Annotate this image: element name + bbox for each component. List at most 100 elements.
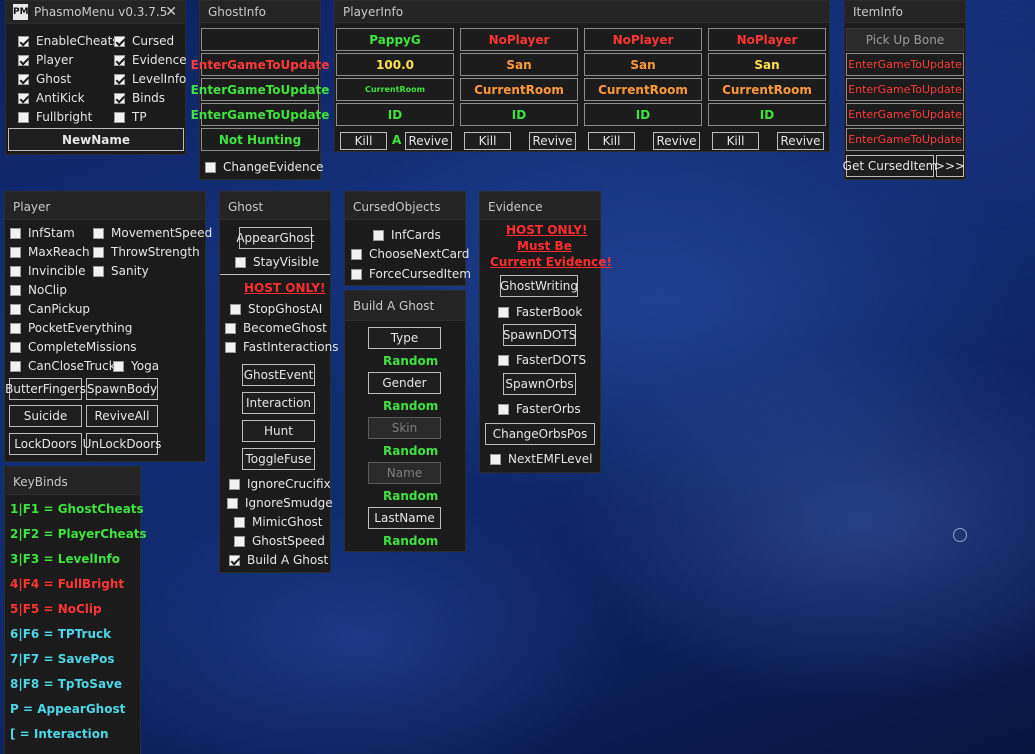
skin-button[interactable]: Skin: [368, 417, 441, 439]
choose-next-card-toggle[interactable]: ChooseNextCard: [351, 246, 469, 262]
checkbox[interactable]: [10, 341, 21, 353]
toggle-enable-cheats[interactable]: EnableCheats: [18, 33, 119, 49]
checkbox[interactable]: [490, 453, 501, 465]
ignore-crucifix-toggle[interactable]: IgnoreCrucifix: [229, 476, 331, 492]
toggle-cursed[interactable]: Cursed: [114, 33, 174, 49]
kill-button[interactable]: Kill: [340, 132, 387, 150]
checkbox[interactable]: [373, 229, 384, 241]
new-name-button[interactable]: NewName: [8, 128, 184, 151]
checkbox[interactable]: [498, 354, 509, 366]
get-cursed-item-button[interactable]: Get CursedItem: [843, 155, 937, 177]
ignore-smudge-toggle[interactable]: IgnoreSmudge: [227, 495, 333, 511]
kill-button[interactable]: Kill: [712, 132, 759, 150]
checkbox[interactable]: [229, 554, 240, 566]
checkbox[interactable]: [18, 111, 29, 123]
kill-button[interactable]: Kill: [588, 132, 635, 150]
hunt-button[interactable]: Hunt: [242, 420, 315, 442]
checkbox[interactable]: [10, 322, 21, 334]
gender-button[interactable]: Gender: [368, 372, 441, 394]
check-throwstrength[interactable]: ThrowStrength: [93, 244, 200, 260]
ghost-writing-button[interactable]: GhostWriting: [500, 275, 578, 297]
toggle-player[interactable]: Player: [18, 52, 73, 68]
fast-interactions-toggle[interactable]: FastInteractions: [225, 339, 338, 355]
next-emf-level-toggle[interactable]: NextEMFLevel: [490, 451, 592, 467]
faster-orbs-toggle[interactable]: FasterOrbs: [498, 401, 581, 417]
appear-ghost-button[interactable]: AppearGhost: [236, 227, 315, 249]
check-yoga[interactable]: Yoga: [113, 358, 159, 374]
checkbox[interactable]: [10, 265, 21, 277]
toggle-binds[interactable]: Binds: [114, 90, 165, 106]
checkbox[interactable]: [114, 92, 125, 104]
checkbox[interactable]: [351, 248, 362, 260]
checkbox[interactable]: [235, 256, 246, 268]
more-button[interactable]: >>>: [935, 155, 965, 177]
checkbox[interactable]: [498, 306, 509, 318]
checkbox[interactable]: [10, 246, 21, 258]
checkbox[interactable]: [234, 535, 245, 547]
toggle-fullbright[interactable]: Fullbright: [18, 109, 92, 125]
type-button[interactable]: Type: [368, 327, 441, 349]
checkbox[interactable]: [10, 360, 21, 372]
checkbox[interactable]: [114, 73, 125, 85]
suicide-button[interactable]: Suicide: [9, 405, 82, 427]
checkbox[interactable]: [114, 54, 125, 66]
revive-button[interactable]: Revive: [405, 132, 452, 150]
revive-all-button[interactable]: ReviveAll: [86, 405, 158, 427]
build-a-ghost-toggle[interactable]: Build A Ghost: [229, 552, 328, 568]
check-movementspeed[interactable]: MovementSpeed: [93, 225, 212, 241]
check-infstam[interactable]: InfStam: [10, 225, 75, 241]
interaction-button[interactable]: Interaction: [242, 392, 315, 414]
checkbox[interactable]: [113, 360, 124, 372]
check-sanity[interactable]: Sanity: [93, 263, 149, 279]
checkbox[interactable]: [18, 54, 29, 66]
check-maxreach[interactable]: MaxReach: [10, 244, 90, 260]
last-name-button[interactable]: LastName: [368, 507, 441, 529]
inf-cards-toggle[interactable]: InfCards: [373, 227, 441, 243]
checkbox[interactable]: [205, 161, 216, 173]
checkbox[interactable]: [93, 246, 104, 258]
pickup-bone-button[interactable]: Pick Up Bone: [846, 28, 964, 51]
revive-button[interactable]: Revive: [653, 132, 700, 150]
name-button[interactable]: Name: [368, 462, 441, 484]
check-pocketeverything[interactable]: PocketEverything: [10, 320, 132, 336]
check-invincible[interactable]: Invincible: [10, 263, 85, 279]
check-noclip[interactable]: NoClip: [10, 282, 67, 298]
toggle-tp[interactable]: TP: [114, 109, 147, 125]
checkbox[interactable]: [93, 265, 104, 277]
lock-doors-button[interactable]: LockDoors: [9, 433, 82, 455]
checkbox[interactable]: [10, 284, 21, 296]
kill-button[interactable]: Kill: [464, 132, 511, 150]
toggle-levelinfo[interactable]: LevelInfo: [114, 71, 186, 87]
spawn-dots-button[interactable]: SpawnDOTS: [503, 324, 576, 346]
checkbox[interactable]: [18, 35, 29, 47]
stay-visible-toggle[interactable]: StayVisible: [235, 254, 319, 270]
become-ghost-toggle[interactable]: BecomeGhost: [225, 320, 327, 336]
main-title-bar[interactable]: PM PhasmoMenu v0.3.7.5 ✕: [6, 1, 185, 24]
toggle-ghost[interactable]: Ghost: [18, 71, 71, 87]
checkbox[interactable]: [114, 35, 125, 47]
check-completemissions[interactable]: CompleteMissions: [10, 339, 137, 355]
ghost-speed-toggle[interactable]: GhostSpeed: [234, 533, 325, 549]
checkbox[interactable]: [18, 73, 29, 85]
revive-button[interactable]: Revive: [777, 132, 824, 150]
stop-ghost-ai-toggle[interactable]: StopGhostAI: [230, 301, 322, 317]
checkbox[interactable]: [229, 478, 240, 490]
check-canpickup[interactable]: CanPickup: [10, 301, 90, 317]
change-orbs-pos-button[interactable]: ChangeOrbsPos: [485, 423, 595, 445]
checkbox[interactable]: [234, 516, 245, 528]
faster-dots-toggle[interactable]: FasterDOTS: [498, 352, 586, 368]
checkbox[interactable]: [498, 403, 509, 415]
mimic-ghost-toggle[interactable]: MimicGhost: [234, 514, 323, 530]
spawn-orbs-button[interactable]: SpawnOrbs: [503, 373, 576, 395]
revive-button[interactable]: Revive: [529, 132, 576, 150]
toggle-evidence[interactable]: Evidence: [114, 52, 187, 68]
checkbox[interactable]: [225, 322, 236, 334]
unlock-doors-button[interactable]: UnLockDoors: [83, 433, 161, 455]
ghost-event-button[interactable]: GhostEvent: [242, 364, 315, 386]
checkbox[interactable]: [227, 497, 238, 509]
change-evidence-toggle[interactable]: ChangeEvidence: [205, 159, 324, 175]
force-cursed-item-toggle[interactable]: ForceCursedItem: [351, 266, 471, 282]
check-canclosetruck[interactable]: CanCloseTruck: [10, 358, 116, 374]
checkbox[interactable]: [230, 303, 241, 315]
checkbox[interactable]: [10, 303, 21, 315]
